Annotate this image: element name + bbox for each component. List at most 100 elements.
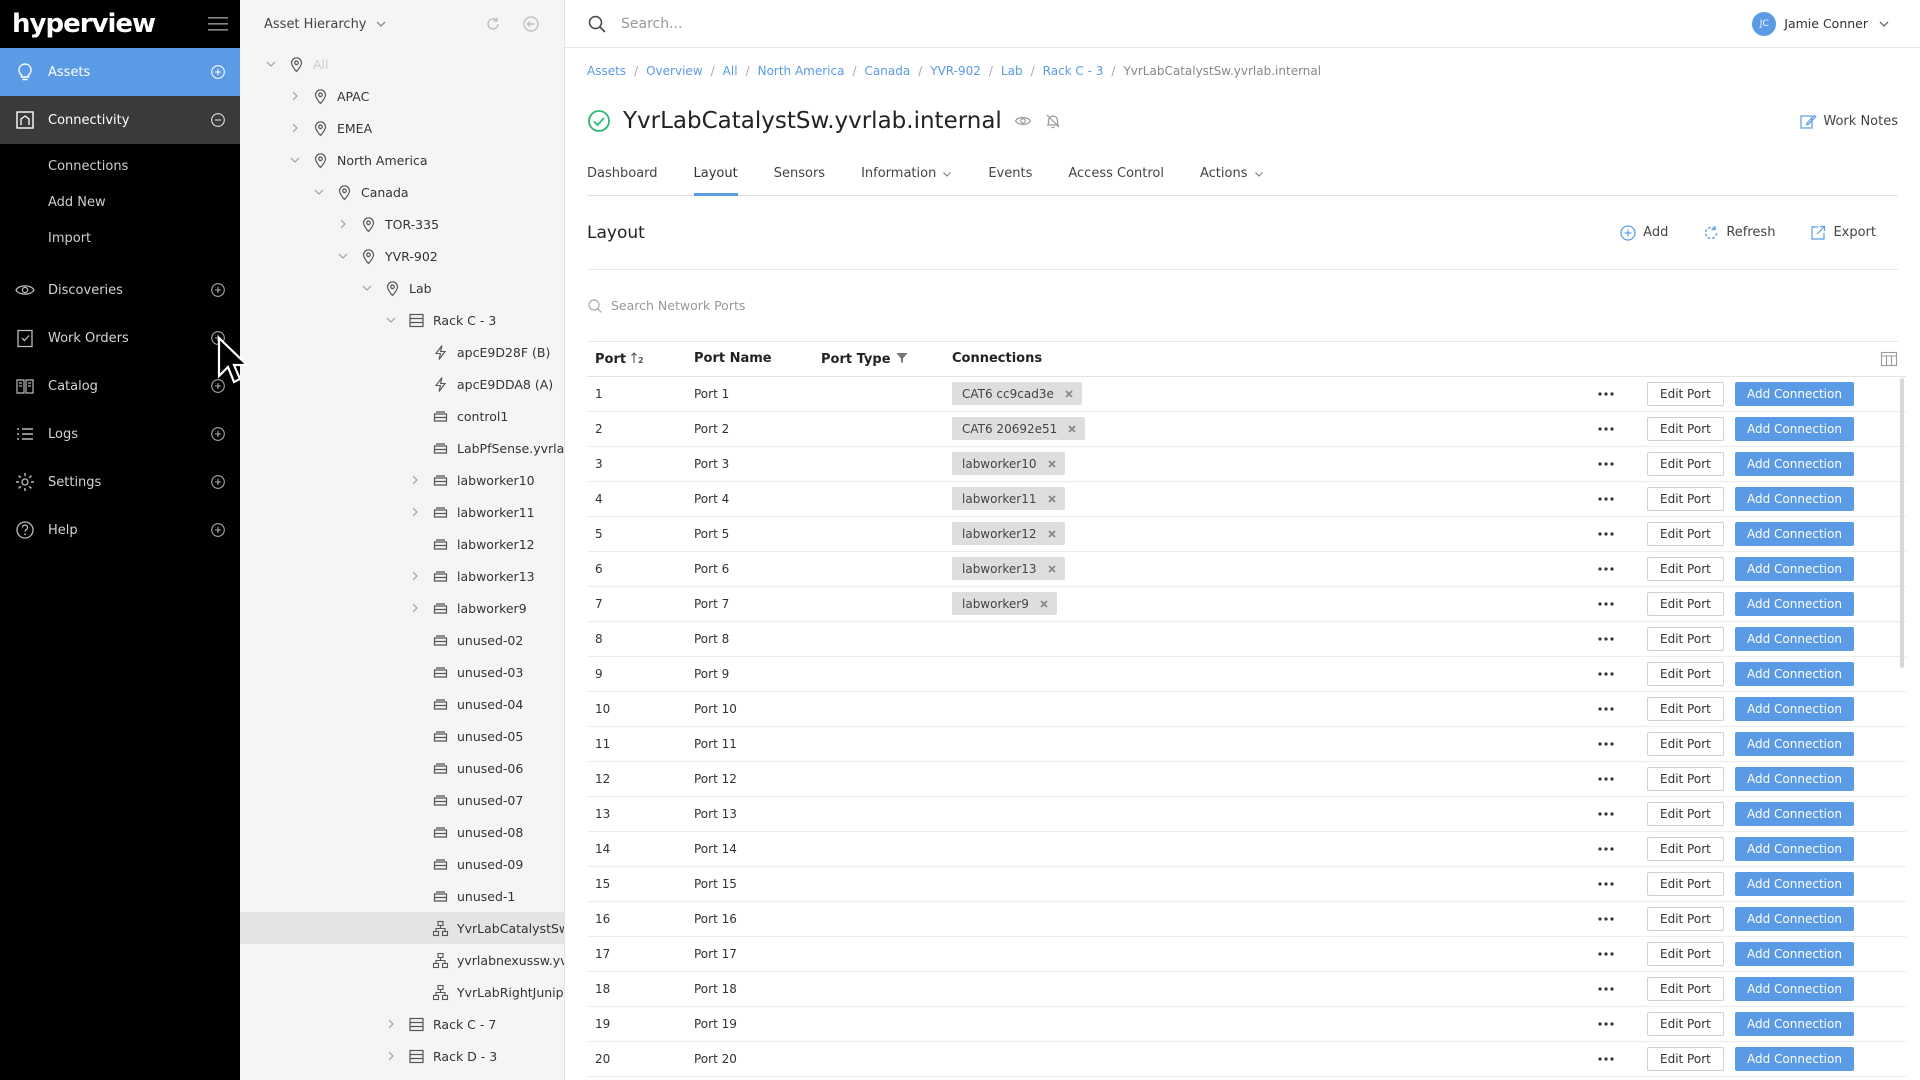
nav-subitem-connections[interactable]: Connections bbox=[0, 148, 240, 184]
tree-node[interactable]: labworker10 bbox=[240, 464, 564, 496]
remove-connection-icon[interactable] bbox=[1047, 529, 1057, 539]
edit-port-button[interactable]: Edit Port bbox=[1647, 836, 1724, 861]
tree-node[interactable]: Rack D - 3 bbox=[240, 1040, 564, 1072]
tree-node[interactable]: apcE9DDA8 (A) bbox=[240, 368, 564, 400]
breadcrumb-item[interactable]: Rack C - 3 bbox=[1043, 64, 1104, 78]
more-options-icon[interactable] bbox=[1597, 496, 1615, 502]
user-menu[interactable]: JC Jamie Conner bbox=[1752, 11, 1890, 36]
chevron-right-icon[interactable] bbox=[384, 1049, 398, 1063]
more-options-icon[interactable] bbox=[1597, 881, 1615, 887]
more-options-icon[interactable] bbox=[1597, 1021, 1615, 1027]
add-connection-button[interactable]: Add Connection bbox=[1735, 626, 1854, 651]
tree-node[interactable]: YVR-902 bbox=[240, 240, 564, 272]
col-port[interactable]: Port 2 bbox=[587, 342, 686, 377]
nav-subitem-import[interactable]: Import bbox=[0, 220, 240, 256]
nav-item-connectivity[interactable]: Connectivity bbox=[0, 96, 240, 144]
add-connection-button[interactable]: Add Connection bbox=[1735, 906, 1854, 931]
expand-circle-icon[interactable] bbox=[210, 378, 226, 394]
chevron-right-icon[interactable] bbox=[288, 89, 302, 103]
remove-connection-icon[interactable] bbox=[1047, 494, 1057, 504]
add-connection-button[interactable]: Add Connection bbox=[1735, 486, 1854, 511]
tree-node[interactable]: North America bbox=[240, 144, 564, 176]
edit-port-button[interactable]: Edit Port bbox=[1647, 696, 1724, 721]
more-options-icon[interactable] bbox=[1597, 636, 1615, 642]
edit-port-button[interactable]: Edit Port bbox=[1647, 1046, 1724, 1071]
tree-node[interactable]: unused-04 bbox=[240, 688, 564, 720]
tree-node[interactable]: yvrlabnexussw.yvr bbox=[240, 944, 564, 976]
tree-node[interactable]: labworker13 bbox=[240, 560, 564, 592]
tree-node[interactable]: unused-05 bbox=[240, 720, 564, 752]
more-options-icon[interactable] bbox=[1597, 986, 1615, 992]
tab-access-control[interactable]: Access Control bbox=[1050, 166, 1182, 195]
more-options-icon[interactable] bbox=[1597, 566, 1615, 572]
add-connection-button[interactable]: Add Connection bbox=[1735, 941, 1854, 966]
chevron-right-icon[interactable] bbox=[384, 1017, 398, 1031]
tree-node[interactable]: unused-1 bbox=[240, 880, 564, 912]
connection-chip[interactable]: CAT6 cc9cad3e bbox=[952, 382, 1082, 405]
chevron-right-icon[interactable] bbox=[288, 121, 302, 135]
column-picker-icon[interactable] bbox=[1880, 350, 1898, 368]
edit-port-button[interactable]: Edit Port bbox=[1647, 486, 1724, 511]
chevron-right-icon[interactable] bbox=[408, 601, 422, 615]
add-connection-button[interactable]: Add Connection bbox=[1735, 696, 1854, 721]
chevron-right-icon[interactable] bbox=[408, 569, 422, 583]
add-connection-button[interactable]: Add Connection bbox=[1735, 801, 1854, 826]
watch-eye-icon[interactable] bbox=[1014, 112, 1032, 130]
add-connection-button[interactable]: Add Connection bbox=[1735, 451, 1854, 476]
add-connection-button[interactable]: Add Connection bbox=[1735, 591, 1854, 616]
breadcrumb-item[interactable]: North America bbox=[758, 64, 845, 78]
remove-connection-icon[interactable] bbox=[1047, 564, 1057, 574]
tab-events[interactable]: Events bbox=[970, 166, 1050, 195]
edit-port-button[interactable]: Edit Port bbox=[1647, 906, 1724, 931]
hamburger-menu-icon[interactable] bbox=[208, 16, 228, 32]
tree-node[interactable]: Rack C - 3 bbox=[240, 304, 564, 336]
remove-connection-icon[interactable] bbox=[1067, 424, 1077, 434]
tree-node[interactable]: EMEA bbox=[240, 112, 564, 144]
edit-port-button[interactable]: Edit Port bbox=[1647, 556, 1724, 581]
tab-sensors[interactable]: Sensors bbox=[756, 166, 843, 195]
more-options-icon[interactable] bbox=[1597, 776, 1615, 782]
chevron-down-icon[interactable] bbox=[264, 57, 278, 71]
breadcrumb-item[interactable]: YVR-902 bbox=[930, 64, 981, 78]
chevron-right-icon[interactable] bbox=[408, 505, 422, 519]
more-options-icon[interactable] bbox=[1597, 601, 1615, 607]
more-options-icon[interactable] bbox=[1597, 846, 1615, 852]
nav-item-work-orders[interactable]: Work Orders bbox=[0, 314, 240, 362]
collapse-circle-icon[interactable] bbox=[210, 112, 226, 128]
collapse-panel-icon[interactable] bbox=[522, 15, 540, 33]
tree-node[interactable]: YvrLabCatalystSw. bbox=[240, 912, 564, 944]
tree-node[interactable]: unused-03 bbox=[240, 656, 564, 688]
col-port-type[interactable]: Port Type bbox=[813, 342, 944, 377]
edit-port-button[interactable]: Edit Port bbox=[1647, 766, 1724, 791]
tree-node[interactable]: YvrLabRightJunipe bbox=[240, 976, 564, 1008]
add-connection-button[interactable]: Add Connection bbox=[1735, 976, 1854, 1001]
edit-port-button[interactable]: Edit Port bbox=[1647, 521, 1724, 546]
nav-item-logs[interactable]: Logs bbox=[0, 410, 240, 458]
connection-chip[interactable]: labworker13 bbox=[952, 557, 1065, 580]
edit-port-button[interactable]: Edit Port bbox=[1647, 941, 1724, 966]
add-connection-button[interactable]: Add Connection bbox=[1735, 836, 1854, 861]
tree-node[interactable]: control1 bbox=[240, 400, 564, 432]
expand-circle-icon[interactable] bbox=[210, 522, 226, 538]
tree-node[interactable]: unused-09 bbox=[240, 848, 564, 880]
logo[interactable]: hyperview bbox=[12, 9, 156, 39]
more-options-icon[interactable] bbox=[1597, 531, 1615, 537]
refresh-button[interactable]: Refresh bbox=[1702, 224, 1775, 242]
export-button[interactable]: Export bbox=[1809, 224, 1876, 242]
chevron-down-icon[interactable] bbox=[375, 18, 387, 30]
edit-port-button[interactable]: Edit Port bbox=[1647, 416, 1724, 441]
tree-node[interactable]: Canada bbox=[240, 176, 564, 208]
expand-circle-icon[interactable] bbox=[210, 282, 226, 298]
connection-chip[interactable]: labworker12 bbox=[952, 522, 1065, 545]
edit-port-button[interactable]: Edit Port bbox=[1647, 801, 1724, 826]
add-connection-button[interactable]: Add Connection bbox=[1735, 381, 1854, 406]
nav-item-catalog[interactable]: Catalog bbox=[0, 362, 240, 410]
edit-port-button[interactable]: Edit Port bbox=[1647, 626, 1724, 651]
tab-information[interactable]: Information bbox=[843, 166, 970, 195]
add-connection-button[interactable]: Add Connection bbox=[1735, 731, 1854, 756]
breadcrumb-item[interactable]: Canada bbox=[865, 64, 911, 78]
edit-port-button[interactable]: Edit Port bbox=[1647, 591, 1724, 616]
breadcrumb-item[interactable]: Overview bbox=[646, 64, 703, 78]
tree-node[interactable]: unused-06 bbox=[240, 752, 564, 784]
edit-port-button[interactable]: Edit Port bbox=[1647, 451, 1724, 476]
